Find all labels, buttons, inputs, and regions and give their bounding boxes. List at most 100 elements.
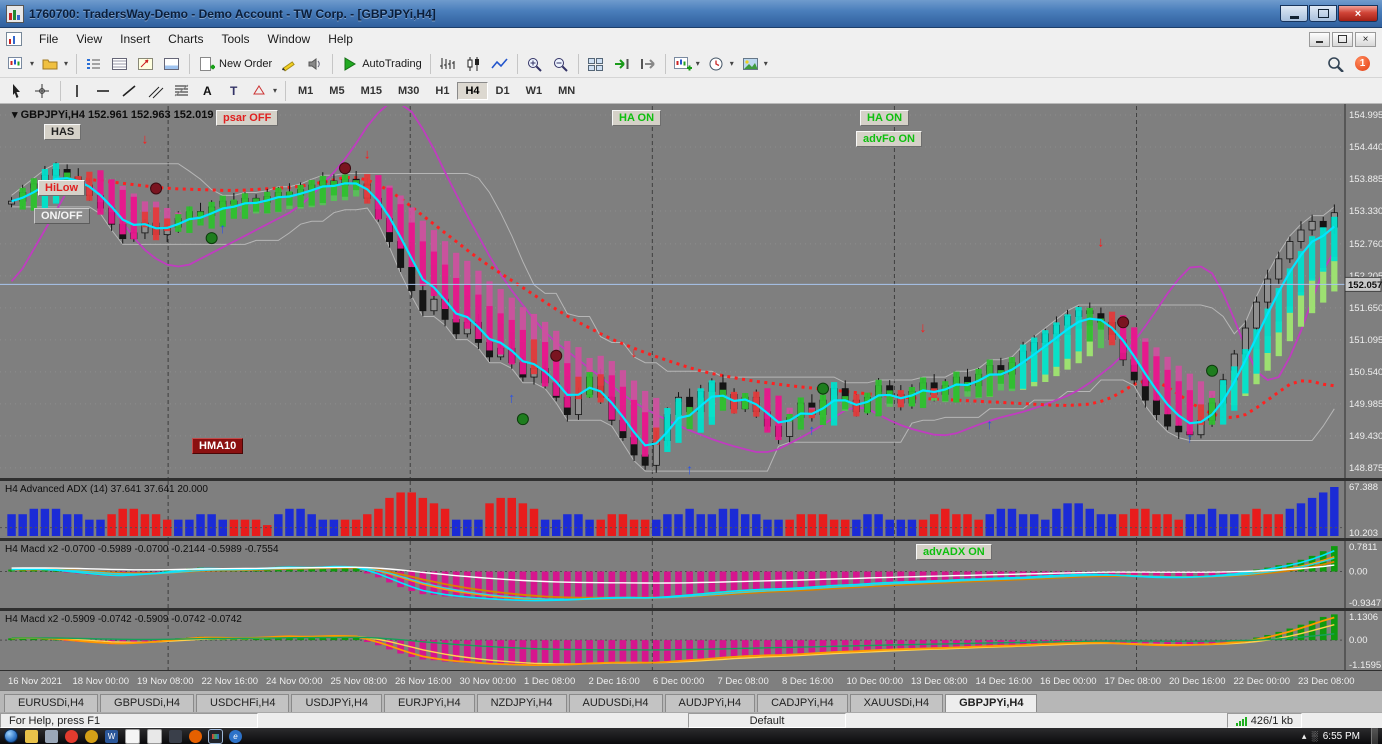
close-button[interactable]: ×: [1338, 5, 1378, 22]
timeframe-m1[interactable]: M1: [290, 82, 321, 100]
menu-file[interactable]: File: [30, 29, 67, 49]
chart-tab-xauusdi[interactable]: XAUUSDi,H4: [850, 694, 943, 712]
new-order-button[interactable]: New Order: [194, 51, 276, 77]
taskbar-document-icon[interactable]: [147, 729, 162, 744]
autotrading-button[interactable]: AutoTrading: [337, 51, 426, 77]
maximize-button[interactable]: [1309, 5, 1337, 22]
chart-tab-nzdjpyi[interactable]: NZDJPYi,H4: [477, 694, 567, 712]
has-indicator-button[interactable]: HAS: [44, 124, 81, 140]
crosshair-tool[interactable]: [30, 78, 56, 104]
tray-network-icon[interactable]: ░: [1311, 731, 1317, 741]
new-chart-button[interactable]: ▾: [4, 51, 38, 77]
taskbar-explorer-icon[interactable]: e: [229, 730, 242, 743]
arrows-tool[interactable]: ▾: [247, 78, 281, 104]
equidistant-channel-tool[interactable]: [143, 78, 169, 104]
horizontal-line-tool[interactable]: [91, 78, 117, 104]
hma10-label[interactable]: HMA10: [192, 438, 243, 454]
text-tool[interactable]: A: [195, 78, 221, 104]
minimize-button[interactable]: [1280, 5, 1308, 22]
search-button[interactable]: [1323, 51, 1349, 77]
child-close-icon: ×: [1363, 34, 1369, 45]
timeframe-h1[interactable]: H1: [427, 82, 457, 100]
indicators-button[interactable]: ▾: [670, 51, 704, 77]
chart-tab-cadjpyi[interactable]: CADJPYi,H4: [757, 694, 848, 712]
data-window-button[interactable]: [107, 51, 133, 77]
taskbar-word-icon[interactable]: W: [105, 730, 118, 743]
onoff-toggle-button[interactable]: ON/OFF: [34, 208, 90, 224]
timeframe-mn[interactable]: MN: [550, 82, 583, 100]
menu-tools[interactable]: Tools: [213, 29, 259, 49]
child-close-button[interactable]: ×: [1355, 32, 1376, 47]
menu-insert[interactable]: Insert: [111, 29, 159, 49]
navigator-button[interactable]: [133, 51, 159, 77]
chart-area[interactable]: ▾ GBPJPYi,H4 152.961 152.963 152.019 152…: [0, 104, 1382, 690]
chart-tab-gbpusdi[interactable]: GBPUSDi,H4: [100, 694, 194, 712]
metaeditor-button[interactable]: [276, 51, 302, 77]
hilow-indicator-button[interactable]: HiLow: [38, 180, 85, 196]
fibonacci-retracement-tool[interactable]: [169, 78, 195, 104]
profiles-button[interactable]: ▾: [38, 51, 72, 77]
cursor-tool[interactable]: [4, 78, 30, 104]
taskbar-folder-icon[interactable]: [25, 730, 38, 743]
chart-tab-audusdi[interactable]: AUDUSDi,H4: [569, 694, 663, 712]
chart-tab-eurjpyi[interactable]: EURJPYi,H4: [384, 694, 475, 712]
taskbar-metatrader-icon[interactable]: [209, 730, 222, 743]
psar-toggle-button[interactable]: psar OFF: [216, 110, 278, 126]
timeframe-w1[interactable]: W1: [518, 82, 551, 100]
advadx-toggle-button[interactable]: advADX ON: [916, 544, 992, 560]
periods-button[interactable]: ▾: [704, 51, 738, 77]
tile-windows-button[interactable]: [583, 51, 609, 77]
zoom-out-button[interactable]: [548, 51, 574, 77]
templates-button[interactable]: ▾: [738, 51, 772, 77]
auto-scroll-button[interactable]: [609, 51, 635, 77]
chart-tab-audjpyi[interactable]: AUDJPYi,H4: [665, 694, 756, 712]
taskbar-coin-app-icon[interactable]: [85, 730, 98, 743]
ha-toggle-button-1[interactable]: HA ON: [612, 110, 661, 126]
line-chart-mode-button[interactable]: [487, 51, 513, 77]
taskbar-firefox-icon[interactable]: [189, 730, 202, 743]
chart-tab-eurusdi[interactable]: EURUSDi,H4: [4, 694, 98, 712]
zoom-in-button[interactable]: [522, 51, 548, 77]
taskbar-clock[interactable]: 6:55 PM: [1323, 731, 1364, 742]
symbol-dropdown-icon[interactable]: ▾: [12, 109, 18, 121]
taskbar-opera-icon[interactable]: [65, 730, 78, 743]
vertical-line-tool[interactable]: [65, 78, 91, 104]
chart-canvas[interactable]: ↓↓↓↓↓↑↑↑↑↑↑154.995154.440153.885153.3301…: [0, 104, 1382, 690]
terminal-button[interactable]: [159, 51, 185, 77]
chart-window-icon[interactable]: [6, 32, 22, 46]
text-label-tool[interactable]: T: [221, 78, 247, 104]
timeframe-d1[interactable]: D1: [488, 82, 518, 100]
candlestick-mode-button[interactable]: [461, 51, 487, 77]
alerts-button[interactable]: [302, 51, 328, 77]
taskbar-notepad-icon[interactable]: [125, 729, 140, 744]
market-watch-button[interactable]: [81, 51, 107, 77]
timeframe-h4[interactable]: H4: [457, 82, 487, 100]
timeframe-m5[interactable]: M5: [321, 82, 352, 100]
show-desktop-button[interactable]: [1371, 728, 1378, 744]
trendline-tool[interactable]: [117, 78, 143, 104]
start-button[interactable]: [4, 729, 18, 743]
menu-charts[interactable]: Charts: [159, 29, 212, 49]
timeframe-m30[interactable]: M30: [390, 82, 427, 100]
chart-shift-button[interactable]: [635, 51, 661, 77]
child-restore-button[interactable]: [1332, 32, 1353, 47]
child-minimize-button[interactable]: [1309, 32, 1330, 47]
time-axis[interactable]: 16 Nov 202118 Nov 00:0019 Nov 08:0022 No…: [8, 676, 1355, 687]
bar-chart-mode-button[interactable]: [435, 51, 461, 77]
menu-help[interactable]: Help: [319, 29, 362, 49]
timeframe-m15[interactable]: M15: [353, 82, 390, 100]
chart-tab-gbpjpyi[interactable]: GBPJPYi,H4: [945, 694, 1037, 712]
chart-tab-usdjpyi[interactable]: USDJPYi,H4: [291, 694, 382, 712]
svg-text:22 Nov 16:00: 22 Nov 16:00: [202, 676, 259, 687]
menu-view[interactable]: View: [67, 29, 111, 49]
taskbar-console-icon[interactable]: [169, 730, 182, 743]
menu-window[interactable]: Window: [259, 29, 320, 49]
notifications-badge[interactable]: 1: [1355, 56, 1370, 71]
ha-toggle-button-2[interactable]: HA ON: [860, 110, 909, 126]
taskbar-media-player-icon[interactable]: [45, 730, 58, 743]
advfo-toggle-button[interactable]: advFo ON: [856, 131, 922, 147]
chart-tab-usdchfi[interactable]: USDCHFi,H4: [196, 694, 289, 712]
title-bar[interactable]: 1760700: TradersWay-Demo - Demo Account …: [0, 0, 1382, 28]
system-tray[interactable]: ▴ ░ 6:55 PM: [1302, 731, 1364, 742]
tray-expand-icon[interactable]: ▴: [1302, 731, 1307, 742]
